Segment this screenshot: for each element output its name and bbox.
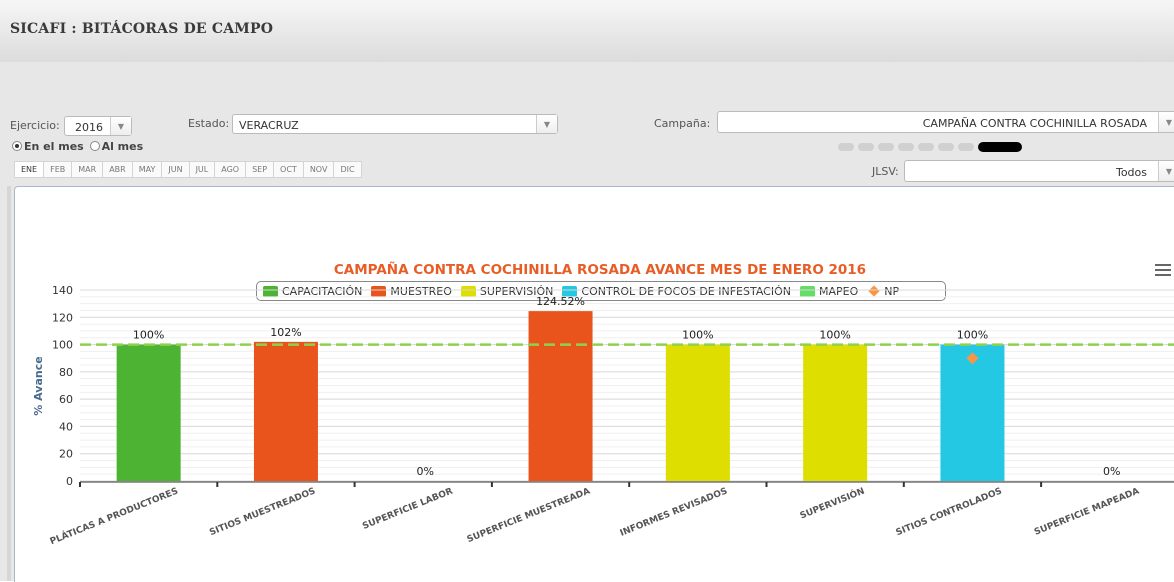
chevron-down-icon[interactable]: ▼: [1158, 112, 1174, 132]
carousel-indicators: [838, 142, 1026, 152]
legend-item[interactable]: SUPERVISIÓN: [460, 284, 554, 298]
tab-month-ene[interactable]: ENE: [14, 161, 45, 178]
month-tabs: ENE FEB MAR ABR MAY JUN JUL AGO SEP OCT NOV DIC: [14, 161, 362, 178]
chart-panel: [14, 186, 1174, 582]
carousel-dot[interactable]: [898, 143, 914, 151]
carousel-dot[interactable]: [858, 143, 874, 151]
period-radio-group: En el mes Al mes: [12, 140, 143, 153]
carousel-dot[interactable]: [938, 143, 954, 151]
legend-label: MUESTREO: [390, 284, 452, 298]
campana-label: Campaña:: [654, 117, 711, 130]
app-header: SICAFI : BITÁCORAS DE CAMPO: [0, 0, 1174, 63]
campana-value: CAMPAÑA CONTRA COCHINILLA ROSADA: [922, 117, 1147, 130]
radio-en-mes-label: En el mes: [24, 140, 84, 153]
page-title: SICAFI : BITÁCORAS DE CAMPO: [10, 21, 274, 37]
legend-swatch: [371, 285, 387, 297]
tab-month-may[interactable]: MAY: [131, 161, 163, 178]
estado-label: Estado:: [188, 117, 230, 130]
chart-title: CAMPAÑA CONTRA COCHINILLA ROSADA AVANCE …: [333, 262, 867, 278]
carousel-dot-active[interactable]: [978, 142, 1022, 152]
legend-item[interactable]: MUESTREO: [371, 284, 452, 298]
legend-diamond-marker: [868, 285, 880, 297]
ejercicio-value: 2016: [75, 121, 103, 134]
legend-label: SUPERVISIÓN: [479, 284, 554, 298]
tab-month-nov[interactable]: NOV: [302, 161, 335, 178]
legend-label: CAPACITACIÓN: [282, 284, 363, 298]
chevron-down-icon[interactable]: ▼: [1158, 161, 1174, 181]
jlsv-label: JLSV:: [872, 165, 899, 178]
tab-month-jun[interactable]: JUN: [161, 161, 190, 178]
tab-month-ago[interactable]: AGO: [214, 161, 247, 178]
jlsv-select[interactable]: Todos ▼: [904, 160, 1174, 182]
jlsv-value: Todos: [1115, 166, 1147, 179]
panel-edge: [7, 186, 11, 581]
radio-al-mes[interactable]: [89, 141, 100, 151]
legend-item[interactable]: CAPACITACIÓN: [263, 285, 362, 298]
tab-month-feb[interactable]: FEB: [43, 161, 73, 178]
ejercicio-label: Ejercicio:: [10, 119, 60, 132]
chart-legend: CAPACITACIÓN MUESTREO SUPERVISIÓN CONTROL D…: [256, 281, 946, 301]
carousel-dot[interactable]: [838, 143, 854, 151]
carousel-dot[interactable]: [918, 143, 934, 151]
tab-month-abr[interactable]: ABR: [102, 161, 133, 178]
estado-value: VERACRUZ: [239, 119, 299, 132]
legend-label: NP: [884, 284, 900, 298]
legend-swatch: [460, 285, 476, 297]
tab-month-mar[interactable]: MAR: [71, 161, 104, 178]
legend-label: CONTROL DE FOCOS DE INFESTACIÓN: [581, 284, 791, 298]
carousel-dot[interactable]: [878, 143, 894, 151]
legend-swatch: [562, 285, 578, 297]
carousel-dot[interactable]: [958, 143, 974, 151]
menu-icon[interactable]: [1155, 264, 1171, 279]
tab-month-oct[interactable]: OCT: [273, 161, 304, 178]
legend-item[interactable]: MAPEO: [800, 285, 858, 298]
tab-month-sep[interactable]: SEP: [245, 161, 275, 178]
ejercicio-select[interactable]: 2016 ▼: [64, 116, 132, 136]
legend-label: MAPEO: [819, 284, 859, 298]
legend-swatch: [800, 285, 815, 297]
legend-item[interactable]: NP: [867, 285, 899, 298]
chevron-down-icon[interactable]: ▼: [110, 117, 131, 135]
campana-select[interactable]: CAMPAÑA CONTRA COCHINILLA ROSADA ▼: [717, 111, 1174, 133]
tab-month-dic[interactable]: DIC: [333, 161, 362, 178]
radio-al-mes-label: Al mes: [101, 140, 144, 153]
legend-item[interactable]: CONTROL DE FOCOS DE INFESTACIÓN: [562, 285, 791, 298]
estado-select[interactable]: VERACRUZ ▼: [232, 114, 558, 134]
chevron-down-icon[interactable]: ▼: [536, 115, 557, 133]
tab-month-jul[interactable]: JUL: [188, 161, 216, 178]
radio-en-mes[interactable]: [12, 141, 22, 151]
legend-swatch: [263, 285, 278, 297]
